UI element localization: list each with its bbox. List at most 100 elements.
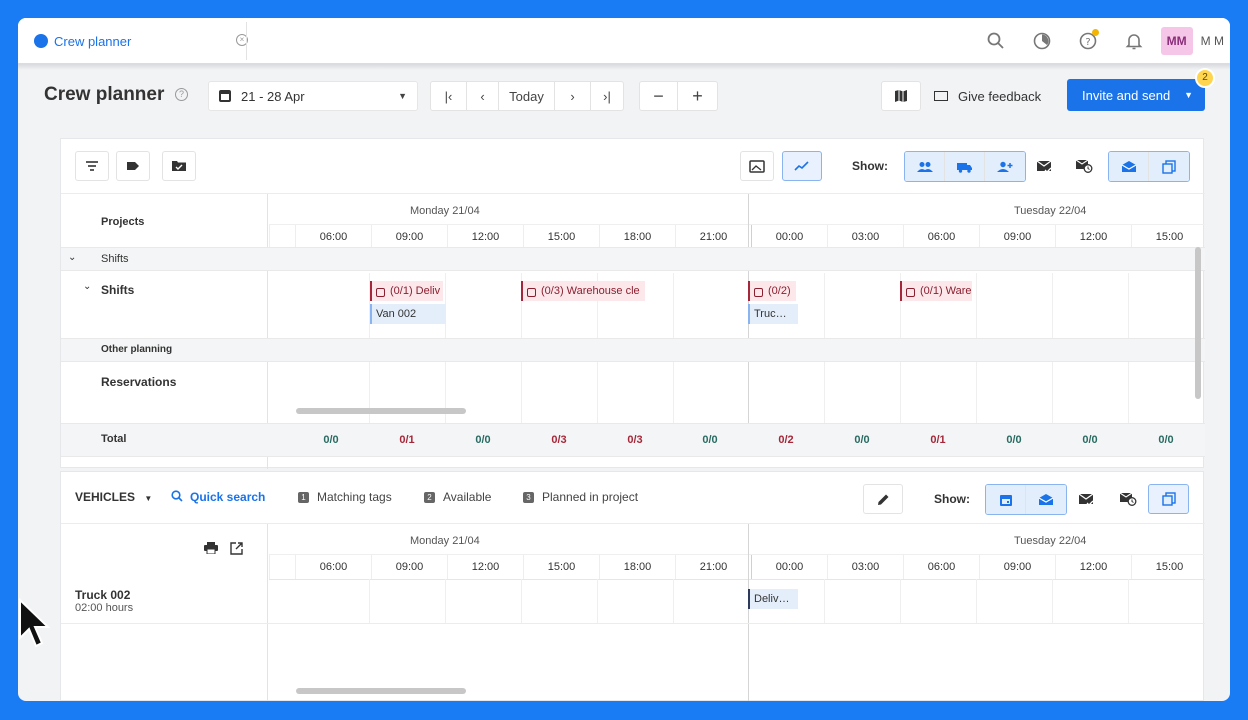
image-icon[interactable]	[740, 151, 774, 181]
collapse-chevron-icon[interactable]: ⌄	[68, 252, 76, 263]
tab-crew-planner[interactable]: Crew planner ×	[24, 24, 248, 58]
title-bar: Crew planner ? 21 - 28 Apr ▼ |‹ ‹ Today …	[18, 68, 1230, 116]
notification-dot	[1091, 29, 1099, 36]
copy-icon[interactable]	[1149, 152, 1189, 181]
shift-block[interactable]: (0/1) Deliv	[370, 281, 443, 301]
print-icon[interactable]	[201, 538, 221, 558]
hour-cell: 12:00	[447, 225, 523, 249]
invite-label: Invite and send	[1082, 87, 1171, 103]
hour-cell: 03:00	[827, 555, 903, 579]
zoom-out-icon[interactable]: −	[640, 82, 678, 110]
grid-line	[900, 579, 901, 624]
edit-pencil-icon[interactable]	[863, 484, 903, 514]
day-header-monday: Monday 21/04	[410, 535, 480, 547]
chevron-down-icon[interactable]: ▼	[1184, 90, 1193, 100]
invite-and-send-button[interactable]: Invite and send ▼	[1067, 79, 1205, 111]
top-bar: Crew planner × ? MM M M	[18, 18, 1230, 64]
hour-cell	[269, 555, 295, 579]
shift-block[interactable]: (0/1) Ware	[900, 281, 972, 301]
filter-icon[interactable]	[75, 151, 109, 181]
calendar-icon	[219, 90, 231, 102]
expand-chevron-icon[interactable]: ⌄	[83, 281, 91, 292]
grid-line	[673, 579, 674, 624]
row-divider	[61, 623, 1205, 624]
last-page-icon[interactable]: ›|	[591, 82, 623, 110]
truck-icon[interactable]	[945, 152, 985, 181]
vehicle-show-toggles	[985, 484, 1067, 515]
horizontal-scrollbar[interactable]	[296, 408, 466, 414]
mail-check-icon[interactable]	[1027, 151, 1061, 181]
grid-line	[597, 579, 598, 624]
total-label: Total	[101, 433, 127, 445]
mail-clock-icon[interactable]	[1111, 484, 1145, 514]
planner-panel: Show: Projects Monday 21/04 Tuesday 22/0…	[60, 138, 1205, 469]
vehicle-name[interactable]: Truck 002	[75, 588, 130, 602]
avatar[interactable]: MM	[1160, 27, 1193, 55]
lock-icon	[906, 287, 915, 297]
hour-cell: 15:00	[523, 555, 599, 579]
vehicle-hours: 02:00 hours	[75, 602, 134, 614]
prev-icon[interactable]: ‹	[467, 82, 499, 110]
copy-icon[interactable]	[1148, 484, 1189, 514]
hour-cell: 21:00	[675, 225, 751, 249]
hour-cell: 15:00	[523, 225, 599, 249]
lock-icon	[527, 287, 536, 297]
folder-check-icon[interactable]	[162, 151, 196, 181]
quick-search-button[interactable]: Quick search	[171, 490, 265, 504]
vertical-scrollbar[interactable]	[1195, 247, 1201, 399]
shift-label: (0/3) Warehouse cle	[541, 285, 640, 297]
grid-line	[445, 579, 446, 624]
grid-line	[521, 579, 522, 624]
horizontal-scrollbar[interactable]	[296, 688, 466, 694]
timer-icon[interactable]	[1019, 18, 1065, 64]
user-icon	[34, 34, 48, 48]
mail-check-icon[interactable]	[1069, 484, 1103, 514]
date-range-select[interactable]: 21 - 28 Apr ▼	[208, 81, 418, 111]
vehicle-booking[interactable]: Deliv…	[748, 589, 798, 609]
shift-assignment[interactable]: Truc…	[748, 304, 798, 324]
hour-cell: 18:00	[599, 555, 675, 579]
search-icon[interactable]	[973, 18, 1019, 64]
vehicles-dropdown[interactable]: VEHICLES ▼	[75, 490, 152, 504]
mail-clock-icon[interactable]	[1067, 151, 1101, 181]
user-name[interactable]: M M	[1201, 34, 1224, 48]
hour-cell: 15:00	[1131, 555, 1207, 579]
first-page-icon[interactable]: |‹	[431, 82, 467, 110]
grid-line	[1128, 579, 1129, 624]
grid-line	[1052, 579, 1053, 624]
help-circle-icon[interactable]: ?	[175, 88, 188, 101]
chip-label: Matching tags	[317, 490, 392, 504]
next-icon[interactable]: ›	[555, 82, 591, 110]
shift-assignment[interactable]: Van 002	[370, 304, 446, 324]
hour-cell: 09:00	[979, 555, 1055, 579]
filter-chip-planned[interactable]: 3 Planned in project	[523, 490, 638, 504]
mail-icon	[934, 91, 948, 101]
shift-block[interactable]: (0/3) Warehouse cle	[521, 281, 645, 301]
calendar-icon[interactable]	[986, 485, 1026, 514]
filter-chip-matching-tags[interactable]: 1 Matching tags	[298, 490, 392, 504]
people-icon[interactable]	[905, 152, 945, 181]
total-value: 0/1	[930, 434, 946, 446]
today-button[interactable]: Today	[499, 82, 555, 110]
trend-icon[interactable]	[782, 151, 822, 181]
shift-block[interactable]: (0/2)	[748, 281, 796, 301]
mail-open-icon[interactable]	[1026, 485, 1066, 514]
mail-open-icon[interactable]	[1109, 152, 1149, 181]
help-icon[interactable]: ?	[1065, 18, 1111, 64]
total-value: 0/0	[323, 434, 339, 446]
hour-cell	[269, 225, 295, 249]
hour-cell: 06:00	[295, 225, 371, 249]
day-header-tuesday: Tuesday 22/04	[1014, 205, 1087, 217]
give-feedback-button[interactable]: Give feedback	[934, 81, 1041, 111]
group-row-other	[61, 338, 1205, 362]
total-value: 0/3	[551, 434, 567, 446]
open-external-icon[interactable]	[226, 538, 246, 558]
person-add-icon[interactable]	[985, 152, 1025, 181]
tag-icon[interactable]	[116, 151, 150, 181]
total-value: 0/0	[1158, 434, 1174, 446]
bell-icon[interactable]	[1111, 18, 1157, 64]
zoom-in-icon[interactable]: +	[678, 82, 717, 110]
filter-chip-available[interactable]: 2 Available	[424, 490, 491, 504]
lock-icon	[754, 287, 763, 297]
map-icon[interactable]	[881, 81, 921, 111]
